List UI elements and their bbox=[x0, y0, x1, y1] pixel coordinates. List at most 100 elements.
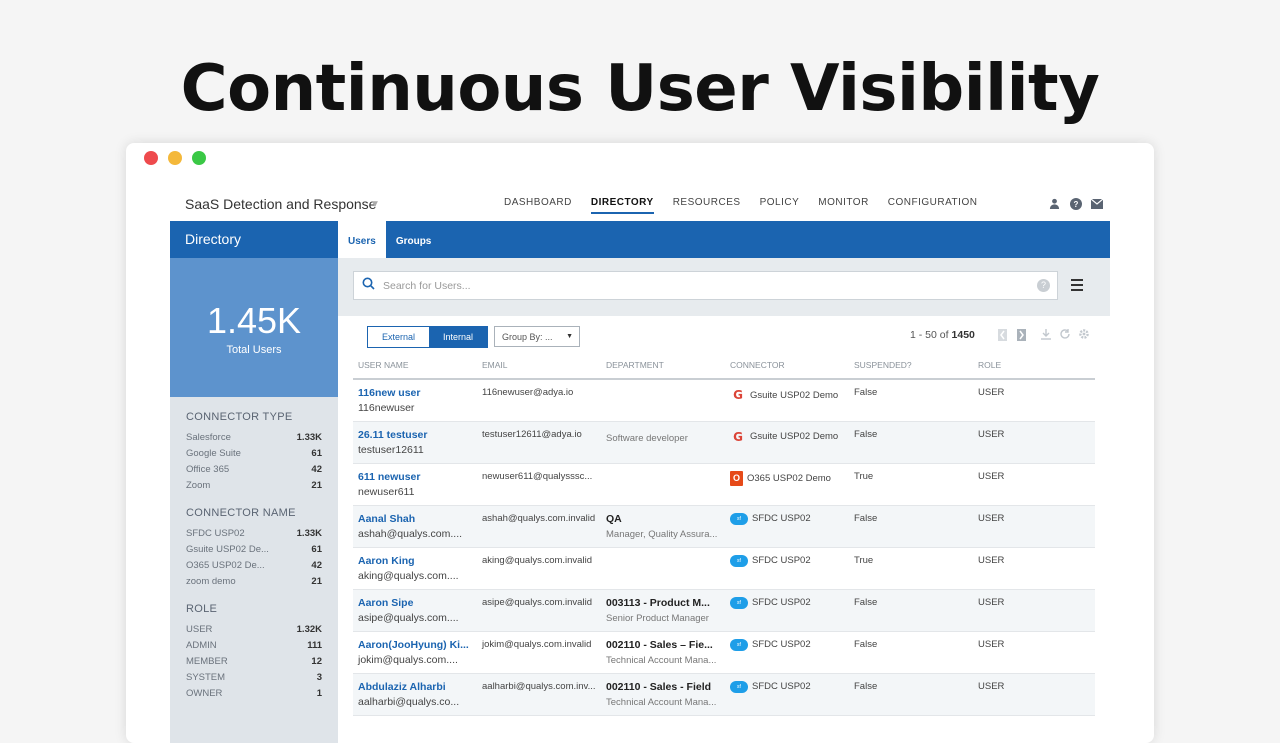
department-subtitle: Manager, Quality Assura... bbox=[606, 528, 718, 540]
salesforce-icon: sf bbox=[730, 596, 748, 609]
facet-row[interactable]: MEMBER 12 bbox=[186, 653, 322, 669]
table-row[interactable]: 26.11 testuser testuser12611 testuser12611… bbox=[353, 421, 1095, 464]
facet-label: OWNER bbox=[186, 687, 223, 699]
user-name-link[interactable]: Aaron King bbox=[358, 555, 472, 567]
column-header-connector[interactable]: CONNECTOR bbox=[725, 359, 849, 380]
user-login: aking@qualys.com.... bbox=[358, 569, 459, 582]
table-row[interactable]: Abdulaziz Alharbi aalharbi@qualys.co... aa… bbox=[353, 673, 1095, 716]
facet-count: 1.33K bbox=[296, 527, 322, 539]
gear-icon[interactable] bbox=[1078, 328, 1090, 343]
facet-label: zoom demo bbox=[186, 575, 236, 587]
nav-directory[interactable]: DIRECTORY bbox=[590, 197, 654, 214]
cell-department: QA Manager, Quality Assura... bbox=[601, 505, 725, 548]
next-page-icon[interactable] bbox=[1017, 329, 1026, 344]
facet-count: 3 bbox=[316, 671, 322, 683]
nav-monitor[interactable]: MONITOR bbox=[818, 197, 869, 214]
facet-count: 21 bbox=[311, 479, 322, 491]
refresh-icon[interactable] bbox=[1059, 328, 1071, 343]
table-row[interactable]: 611 newuser newuser611 newuser611@qualysss… bbox=[353, 463, 1095, 506]
group-by-select[interactable]: Group By: ... ▼ bbox=[494, 326, 580, 347]
department-title: 003113 - Product M... bbox=[606, 596, 710, 609]
user-name-link[interactable]: 26.11 testuser bbox=[358, 429, 472, 441]
department-subtitle: Software developer bbox=[606, 432, 688, 444]
minimize-window-button[interactable] bbox=[168, 151, 182, 165]
close-window-button[interactable] bbox=[144, 151, 158, 165]
connector-name: SFDC USP02 bbox=[752, 681, 811, 692]
table-row[interactable]: Aaron Sipe asipe@qualys.com.... asipe@qual… bbox=[353, 589, 1095, 632]
cell-role: USER bbox=[973, 673, 1095, 716]
column-header-role[interactable]: ROLE bbox=[973, 359, 1095, 380]
facet-row[interactable]: OWNER 1 bbox=[186, 685, 322, 701]
nav-configuration[interactable]: CONFIGURATION bbox=[888, 197, 978, 214]
nav-dashboard[interactable]: DASHBOARD bbox=[504, 197, 572, 214]
internal-toggle[interactable]: Internal bbox=[429, 327, 488, 347]
table-row[interactable]: Aanal Shah ashah@qualys.com.... ashah@qual… bbox=[353, 505, 1095, 548]
department-title: 002110 - Sales - Field bbox=[606, 680, 712, 693]
facet-row[interactable]: Salesforce 1.33K bbox=[186, 429, 322, 445]
nav-resources[interactable]: RESOURCES bbox=[673, 197, 741, 214]
external-toggle[interactable]: External bbox=[368, 327, 430, 347]
facet-row[interactable]: Office 365 42 bbox=[186, 461, 322, 477]
column-header-department[interactable]: DEPARTMENT bbox=[601, 359, 725, 380]
facet-row[interactable]: Gsuite USP02 De... 61 bbox=[186, 541, 322, 557]
facet-row[interactable]: SYSTEM 3 bbox=[186, 669, 322, 685]
facet-count: 61 bbox=[311, 447, 322, 459]
search-placeholder: Search for Users... bbox=[383, 279, 471, 292]
nav-policy[interactable]: POLICY bbox=[760, 197, 800, 214]
facet-title: ROLE bbox=[186, 603, 218, 615]
user-scope-toggle: External Internal bbox=[367, 326, 489, 348]
cell-role: USER bbox=[973, 547, 1095, 590]
column-header-suspended[interactable]: SUSPENDED? bbox=[849, 359, 973, 380]
cell-role: USER bbox=[973, 589, 1095, 632]
help-icon[interactable]: ? bbox=[1069, 197, 1082, 210]
table-row[interactable]: Aaron(JooHyung) Ki... jokim@qualys.com...… bbox=[353, 631, 1095, 674]
facet-label: SFDC USP02 bbox=[186, 527, 245, 539]
download-icon[interactable] bbox=[1040, 328, 1052, 343]
cell-suspended: False bbox=[849, 673, 973, 716]
facet-row[interactable]: Google Suite 61 bbox=[186, 445, 322, 461]
user-name-link[interactable]: 611 newuser bbox=[358, 471, 472, 483]
user-name-link[interactable]: Aaron Sipe bbox=[358, 597, 472, 609]
facet-row[interactable]: zoom demo 21 bbox=[186, 573, 322, 589]
table-row[interactable]: Aaron King aking@qualys.com.... aking@qual… bbox=[353, 547, 1095, 590]
facet-count: 21 bbox=[311, 575, 322, 587]
cell-role: USER bbox=[973, 505, 1095, 548]
column-header-user-name[interactable]: USER NAME bbox=[353, 359, 477, 380]
column-header-email[interactable]: EMAIL bbox=[477, 359, 601, 380]
table-row[interactable]: 116new user 116newuser 116newuser@adya.io G… bbox=[353, 379, 1095, 422]
user-name-link[interactable]: Aaron(JooHyung) Ki... bbox=[358, 639, 472, 651]
user-name-link[interactable]: 116new user bbox=[358, 387, 472, 399]
list-toolbar: External Internal Group By: ... ▼ 1 - 50… bbox=[338, 316, 1110, 356]
facet-row[interactable]: Zoom 21 bbox=[186, 477, 322, 493]
cell-role: USER bbox=[973, 379, 1095, 422]
facet-row[interactable]: O365 USP02 De... 42 bbox=[186, 557, 322, 573]
connector-name: SFDC USP02 bbox=[752, 555, 811, 566]
hamburger-menu-icon[interactable] bbox=[1071, 279, 1083, 294]
table-body: 116new user 116newuser 116newuser@adya.io G… bbox=[353, 379, 1095, 716]
google-icon: G bbox=[733, 429, 743, 444]
maximize-window-button[interactable] bbox=[192, 151, 206, 165]
chevron-down-icon: ▼ bbox=[566, 333, 573, 340]
facet-label: Zoom bbox=[186, 479, 211, 491]
search-input[interactable]: Search for Users... ? bbox=[353, 271, 1058, 300]
help-icon[interactable]: ? bbox=[1037, 279, 1050, 292]
tab-users[interactable]: Users bbox=[338, 221, 386, 258]
cell-connector: sf SFDC USP02 bbox=[725, 505, 849, 548]
previous-page-icon[interactable] bbox=[998, 329, 1007, 344]
user-icon[interactable] bbox=[1048, 197, 1061, 210]
table-header-row: USER NAME EMAIL DEPARTMENT CONNECTOR SUS… bbox=[353, 359, 1095, 380]
facet-row[interactable]: ADMIN 111 bbox=[186, 637, 322, 653]
chevron-down-icon[interactable]: ▼ bbox=[370, 199, 380, 210]
user-login: testuser12611 bbox=[358, 443, 424, 456]
mail-icon[interactable] bbox=[1090, 197, 1103, 210]
facet-row[interactable]: USER 1.32K bbox=[186, 621, 322, 637]
facet-row[interactable]: SFDC USP02 1.33K bbox=[186, 525, 322, 541]
cell-department bbox=[601, 547, 725, 590]
user-name-link[interactable]: Abdulaziz Alharbi bbox=[358, 681, 472, 693]
user-name-link[interactable]: Aanal Shah bbox=[358, 513, 472, 525]
cell-user-name: 611 newuser newuser611 bbox=[353, 463, 477, 506]
app-brand[interactable]: SaaS Detection and Response bbox=[185, 196, 376, 212]
tab-groups[interactable]: Groups bbox=[386, 221, 442, 258]
facet-connector-type: CONNECTOR TYPE Salesforce 1.33K Google Su… bbox=[170, 411, 338, 493]
top-navigation: SaaS Detection and Response ▼ DASHBOARD … bbox=[126, 187, 1154, 221]
